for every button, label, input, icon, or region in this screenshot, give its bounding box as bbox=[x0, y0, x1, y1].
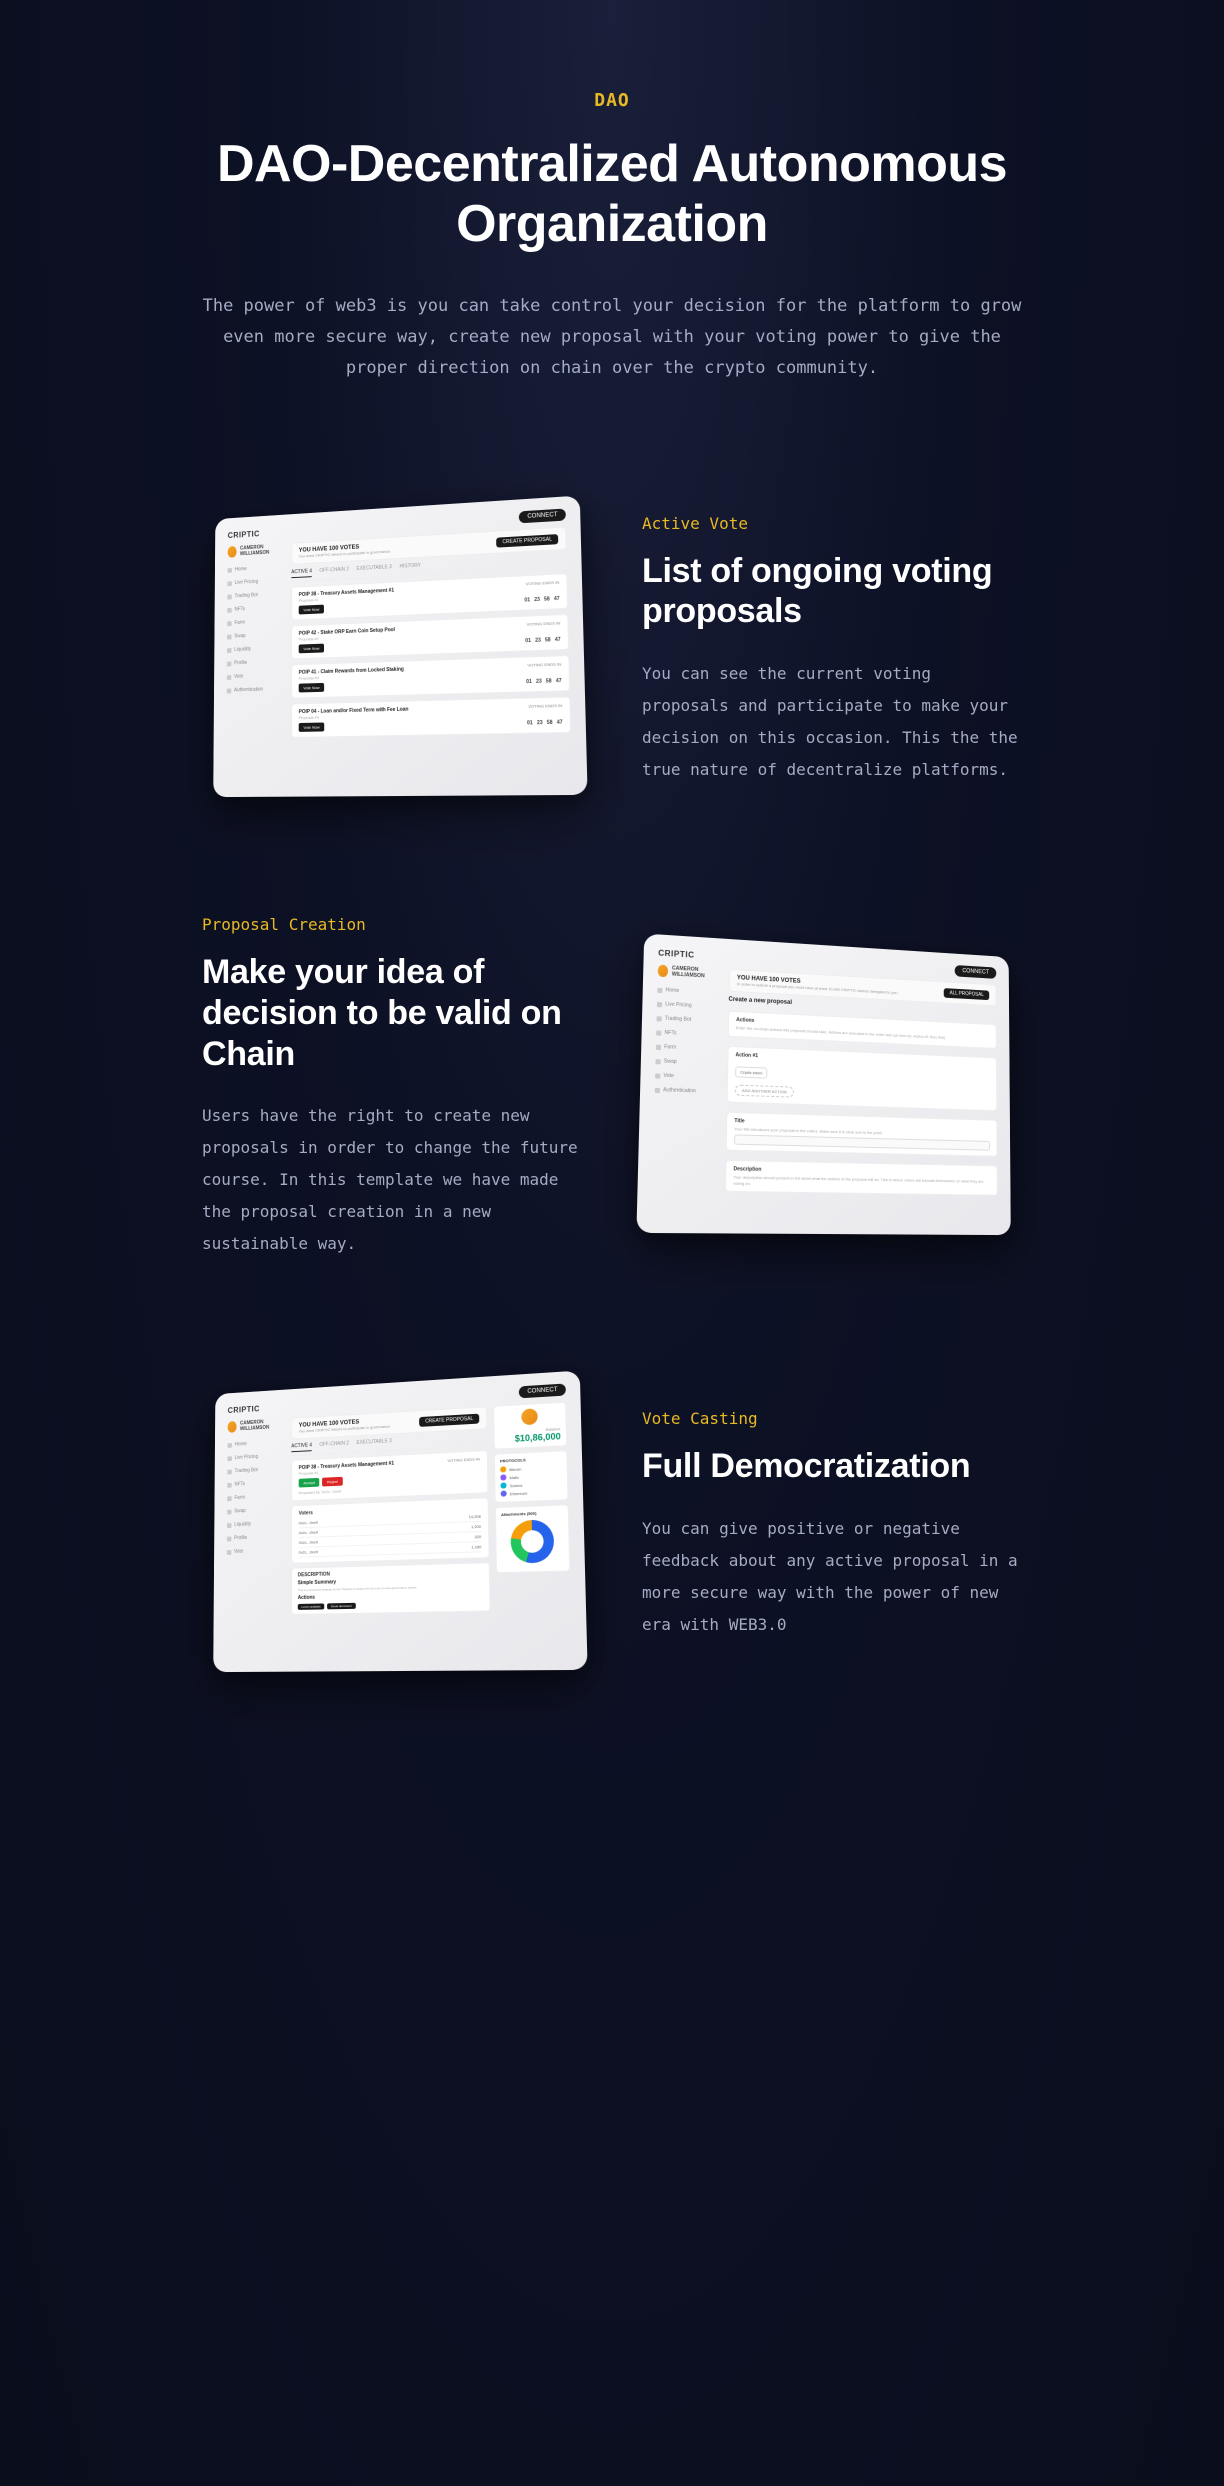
mock-tab: OFF-CHAIN 2 bbox=[319, 566, 349, 576]
feature-title: Make your idea of decision to be valid o… bbox=[202, 952, 582, 1074]
donut-chart-icon bbox=[510, 1520, 554, 1564]
feature-active-vote: CRIPTIC CONNECT CAMERON WILLIAMSON Home … bbox=[202, 505, 1022, 795]
avatar bbox=[228, 546, 237, 558]
avatar bbox=[658, 964, 668, 977]
avatar bbox=[228, 1421, 237, 1433]
mock-active-vote: CRIPTIC CONNECT CAMERON WILLIAMSON Home … bbox=[213, 495, 587, 797]
mock-proposal-card: POIP 42 - Stake ORP Earn Coin Setup Pool… bbox=[291, 614, 569, 660]
avatar bbox=[521, 1409, 538, 1426]
mock-sidebar: CAMERON WILLIAMSON Home Live Pricing Tra… bbox=[226, 543, 284, 785]
mock-vote-casting: CRIPTIC CONNECT CAMERON WILLIAMSON Home … bbox=[213, 1371, 587, 1673]
token-dot-icon bbox=[501, 1491, 507, 1497]
mock-nav-item: Trading Bot bbox=[227, 589, 284, 601]
feature-proposal-creation: Proposal Creation Make your idea of deci… bbox=[202, 915, 1022, 1260]
mock-nav-item: NFTs bbox=[227, 602, 284, 614]
feature-label: Active Vote bbox=[642, 514, 1022, 533]
mock-brand: CRIPTIC bbox=[228, 529, 260, 539]
feature-label: Proposal Creation bbox=[202, 915, 582, 934]
mock-reject-button: Reject bbox=[322, 1477, 342, 1487]
feature-description: You can see the current voting proposals… bbox=[642, 658, 1022, 786]
mock-create-proposal-button: CREATE PROPOSAL bbox=[496, 534, 558, 548]
hero-eyebrow: DAO bbox=[202, 90, 1022, 111]
token-dot-icon bbox=[500, 1467, 506, 1473]
mock-connect-button: CONNECT bbox=[519, 508, 566, 523]
feature-description: You can give positive or negative feedba… bbox=[642, 1513, 1022, 1641]
mock-vote-button: Vote Now bbox=[299, 605, 324, 615]
mock-nav-item: Liquidity bbox=[227, 643, 284, 655]
hero-title: DAO-Decentralized Autonomous Organizatio… bbox=[202, 135, 1022, 255]
mock-proposal-status: VOTING ENDS IN bbox=[526, 580, 560, 593]
mock-nav-item: Farm bbox=[227, 616, 284, 628]
mock-nav-item: Profile bbox=[227, 657, 284, 669]
feature-vote-casting: CRIPTIC CONNECT CAMERON WILLIAMSON Home … bbox=[202, 1380, 1022, 1670]
mock-tab: HISTORY bbox=[399, 563, 420, 573]
token-dot-icon bbox=[500, 1483, 506, 1489]
mock-nav-item: Authentication bbox=[227, 684, 284, 695]
hero-description: The power of web3 is you can take contro… bbox=[202, 291, 1022, 385]
token-dot-icon bbox=[500, 1475, 506, 1481]
feature-label: Vote Casting bbox=[642, 1409, 1022, 1428]
mock-nav-item: Vote bbox=[227, 670, 284, 681]
feature-title: Full Democratization bbox=[642, 1446, 1022, 1487]
mock-proposal-card: POIP 38 - Treasury Assets Management #1 … bbox=[291, 573, 568, 620]
mock-all-proposal-button: ALL PROPOSAL bbox=[944, 987, 989, 999]
mock-balance-amount: $10,86,000 bbox=[500, 1431, 561, 1444]
mock-username: CAMERON WILLIAMSON bbox=[240, 543, 284, 557]
mock-accept-button: Accept bbox=[299, 1478, 320, 1488]
mock-nav-item: Live Pricing bbox=[227, 576, 284, 588]
mock-nav-item: Home bbox=[227, 562, 283, 575]
feature-description: Users have the right to create new propo… bbox=[202, 1100, 582, 1260]
mock-tab: EXECUTABLE 3 bbox=[356, 564, 391, 575]
mock-proposal-card: POIP 04 - Loan and/or Fixed Term with Fe… bbox=[291, 696, 571, 738]
mock-select: Criptic token bbox=[735, 1066, 767, 1078]
mock-proposal-creation: CRIPTIC CONNECT CAMERON WILLIAMSON Home … bbox=[636, 933, 1010, 1235]
feature-title: List of ongoing voting proposals bbox=[642, 551, 1022, 633]
mock-proposal-card: POIP 41 - Claim Rewards from Locked Stak… bbox=[291, 655, 570, 699]
mock-tab: ACTIVE 4 bbox=[291, 568, 312, 578]
mock-add-action-button: ADD ANOTHER ACTION bbox=[735, 1084, 794, 1097]
mock-nav-item: Swap bbox=[227, 630, 284, 642]
